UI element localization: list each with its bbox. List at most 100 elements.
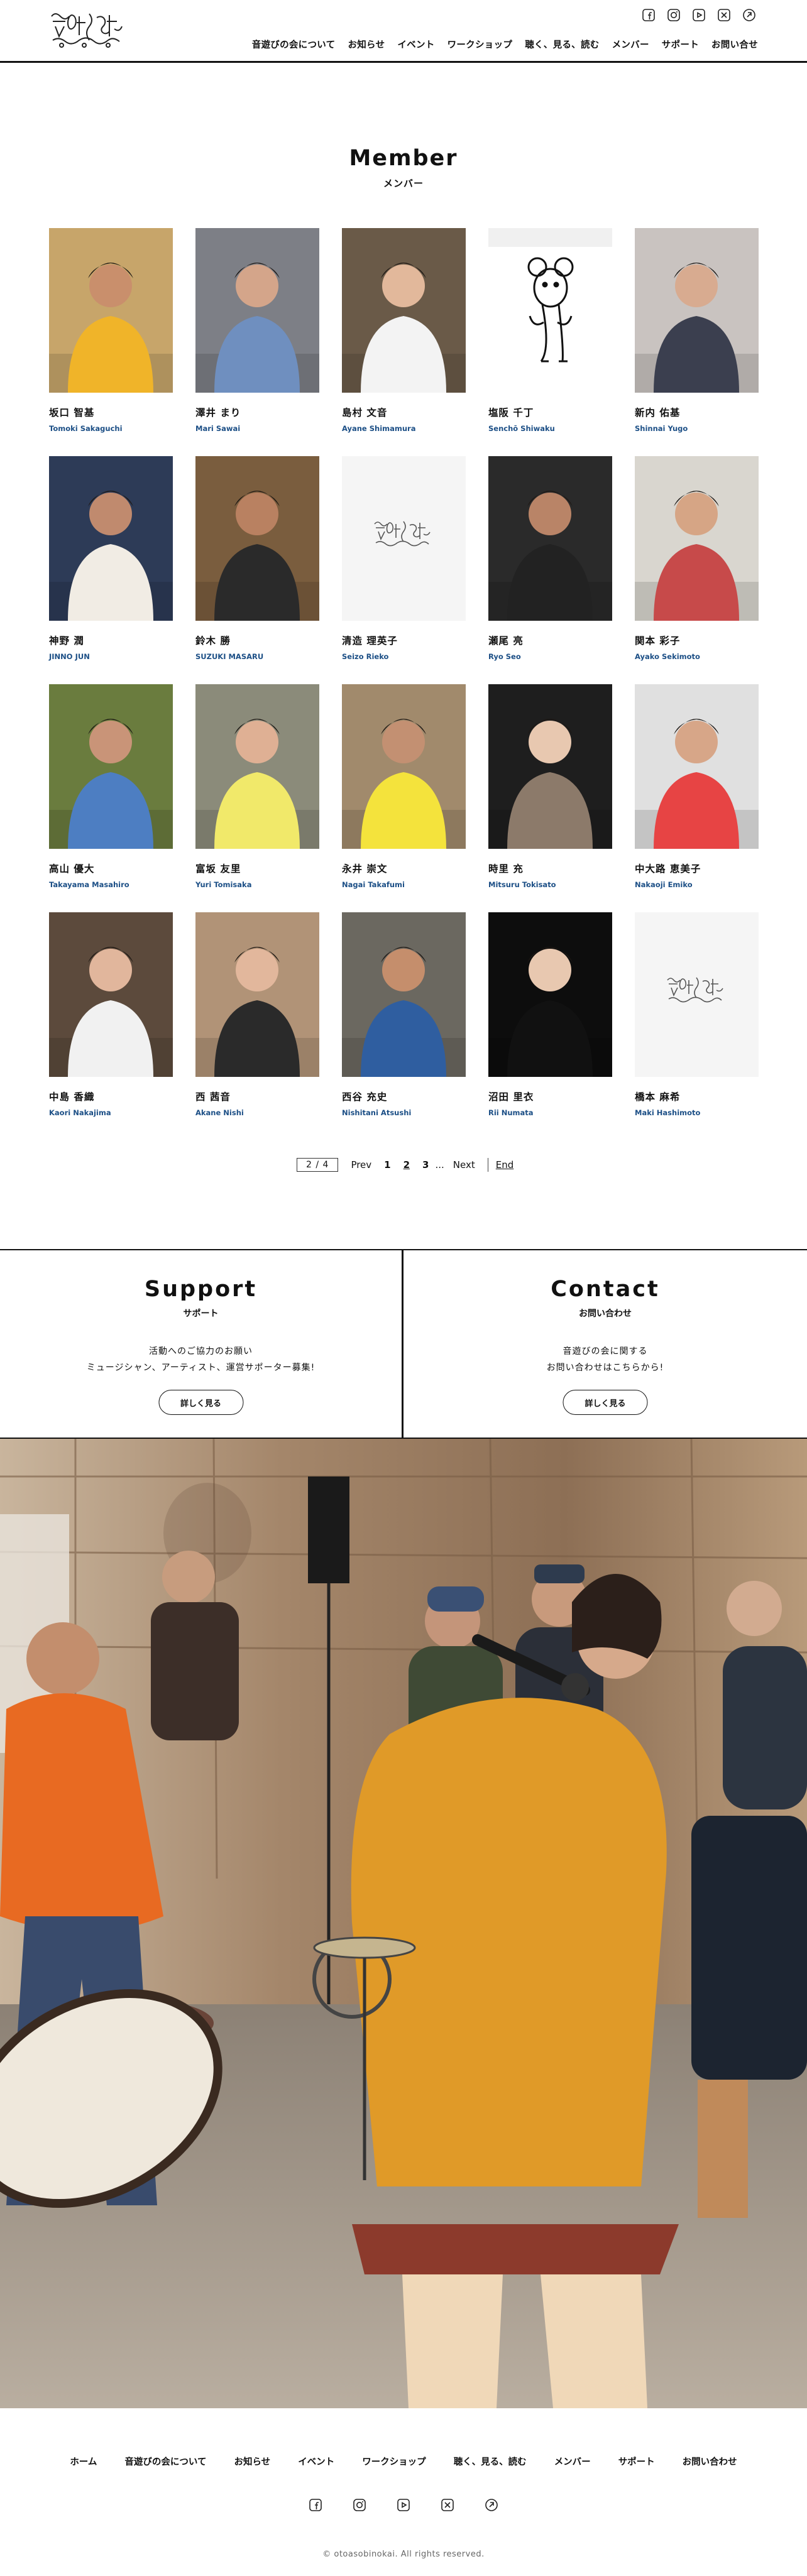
facebook-icon[interactable] [641,8,656,23]
member-card[interactable]: 中島 香織 Kaori Nakajima [49,912,173,1117]
site-header: 音遊びの会について お知らせ イベント ワークショップ 聴く、見る、読む メンバ… [0,0,807,63]
pagination-page-1[interactable]: 1 [384,1159,390,1171]
member-photo[interactable] [635,228,759,393]
contact-subtitle: お問い合わせ [579,1309,632,1319]
member-name-ja: 神野 潤 [49,635,84,647]
member-card[interactable]: 富坂 友里 Yuri Tomisaka [195,684,319,889]
member-card[interactable]: 島村 文音 Ayane Shimamura [342,228,466,433]
member-name-ja: 橋本 麻希 [635,1091,681,1103]
footer-nav-media[interactable]: 聴く、見る、読む [454,2455,527,2468]
nav-item-contact[interactable]: お問い合せ [711,38,758,51]
pagination-page-2[interactable]: 2 [404,1159,410,1171]
member-name-ja: 澤井 まり [195,407,241,418]
member-card[interactable]: 新内 佑基 Shinnai Yugo [635,228,759,433]
nav-item-events[interactable]: イベント [397,38,434,51]
pagination-prev[interactable]: Prev [351,1159,371,1171]
support-section: Support サポート 活動へのご協力のお願い ミュージシャン、アーティスト、… [0,1249,402,1439]
member-card[interactable]: 澤井 まり Mari Sawai [195,228,319,433]
support-more-button[interactable]: 詳しく見る [158,1390,243,1415]
member-card[interactable]: 坂口 智基 Tomoki Sakaguchi [49,228,173,433]
member-photo[interactable] [195,456,319,621]
page-title: Member [349,146,458,171]
member-photo[interactable] [488,228,612,393]
instagram-icon[interactable] [666,8,681,23]
member-photo[interactable] [195,912,319,1077]
footer-nav-events[interactable]: イベント [298,2455,334,2468]
member-card[interactable]: 西谷 充史 Nishitani Atsushi [342,912,466,1117]
support-title: Support [144,1277,258,1302]
member-photo[interactable] [488,684,612,849]
member-name-ja: 富坂 友里 [195,863,241,875]
member-card[interactable]: 清造 理英子 Seizo Rieko [342,456,466,661]
member-photo[interactable] [195,228,319,393]
member-card[interactable]: 時里 充 Mitsuru Tokisato [488,684,612,889]
member-photo[interactable] [49,912,173,1077]
member-photo[interactable] [488,456,612,621]
instagram-icon[interactable] [352,2497,367,2513]
member-card[interactable]: 神野 潤 JINNO JUN [49,456,173,661]
member-name-en: Mitsuru Tokisato [488,880,556,889]
member-card[interactable]: 関本 彩子 Ayako Sekimoto [635,456,759,661]
footer-nav-support[interactable]: サポート [618,2455,655,2468]
member-name-en: Tomoki Sakaguchi [49,424,123,433]
nav-item-news[interactable]: お知らせ [348,38,385,51]
member-name-ja: 西谷 充史 [342,1091,388,1103]
member-photo[interactable] [635,456,759,621]
footer-nav-members[interactable]: メンバー [554,2455,591,2468]
footer-nav-workshop[interactable]: ワークショップ [362,2455,426,2468]
member-name-en: Ayane Shimamura [342,424,416,433]
nav-item-media[interactable]: 聴く、見る、読む [525,38,599,51]
pagination-next[interactable]: Next [453,1159,475,1171]
member-photo[interactable] [342,912,466,1077]
footer-nav-home[interactable]: ホーム [70,2455,97,2468]
member-photo[interactable] [49,456,173,621]
member-card[interactable]: 塩阪 千丁 Senchō Shiwaku [488,228,612,433]
nav-item-about[interactable]: 音遊びの会について [252,38,336,51]
member-card[interactable]: 沼田 里衣 Rii Numata [488,912,612,1117]
pagination-page-3[interactable]: 3 [422,1159,429,1171]
member-name-ja: 関本 彩子 [635,635,681,647]
youtube-icon[interactable] [396,2497,411,2513]
nav-item-support[interactable]: サポート [662,38,699,51]
member-photo[interactable] [635,684,759,849]
member-photo[interactable] [195,684,319,849]
member-photo[interactable] [49,684,173,849]
member-name-ja: 島村 文音 [342,407,388,418]
member-photo[interactable] [635,912,759,1077]
member-card[interactable]: 瀬尾 亮 Ryo Seo [488,456,612,661]
member-photo[interactable] [488,912,612,1077]
link-icon[interactable] [484,2497,499,2513]
member-photo[interactable] [342,228,466,393]
member-card[interactable]: 中大路 恵美子 Nakaoji Emiko [635,684,759,889]
member-photo[interactable] [49,228,173,393]
x-icon[interactable] [440,2497,455,2513]
site-logo[interactable] [47,8,126,50]
member-name-en: Nakaoji Emiko [635,880,693,889]
member-name-en: Takayama Masahiro [49,880,129,889]
nav-item-members[interactable]: メンバー [612,38,649,51]
member-photo[interactable] [342,684,466,849]
support-text-1: 活動へのご協力のお願い [149,1346,253,1356]
pagination-end[interactable]: End [496,1159,514,1171]
contact-more-button[interactable]: 詳しく見る [563,1390,648,1415]
member-card[interactable]: 鈴木 勝 SUZUKI MASARU [195,456,319,661]
facebook-icon[interactable] [308,2497,323,2513]
x-icon[interactable] [716,8,732,23]
link-icon[interactable] [742,8,757,23]
member-card[interactable]: 高山 優大 Takayama Masahiro [49,684,173,889]
member-card[interactable]: 西 茜音 Akane Nishi [195,912,319,1117]
nav-item-workshop[interactable]: ワークショップ [447,38,513,51]
footer-nav-about[interactable]: 音遊びの会について [124,2455,206,2468]
member-name-ja: 永井 崇文 [342,863,388,875]
member-card[interactable]: 永井 崇文 Nagai Takafumi [342,684,466,889]
member-card[interactable]: 橋本 麻希 Maki Hashimoto [635,912,759,1117]
footer-nav-contact[interactable]: お問い合わせ [683,2455,737,2468]
member-name-ja: 塩阪 千丁 [488,407,534,418]
member-photo[interactable] [342,456,466,621]
member-name-ja: 時里 充 [488,863,524,875]
youtube-icon[interactable] [691,8,706,23]
contact-section: Contact お問い合わせ 音遊びの会に関する お問い合わせはこちらから! 詳… [404,1249,807,1439]
footer-nav-news[interactable]: お知らせ [234,2455,270,2468]
member-name-ja: 清造 理英子 [342,635,398,647]
member-name-en: Yuri Tomisaka [195,880,252,889]
